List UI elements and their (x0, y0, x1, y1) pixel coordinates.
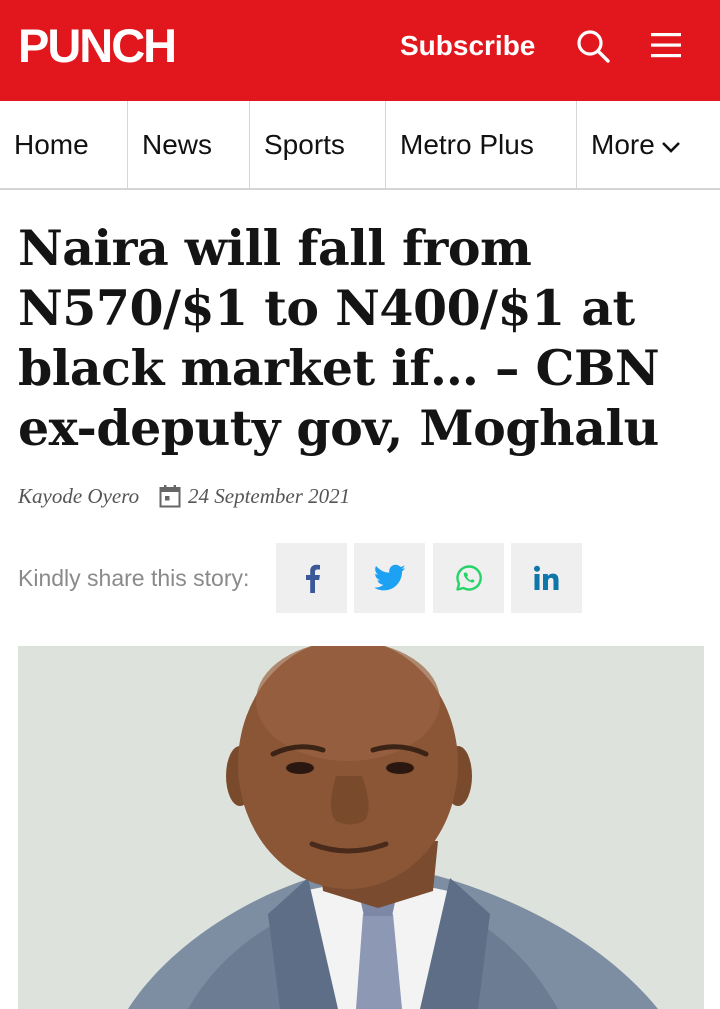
author-name[interactable]: Kayode Oyero (18, 480, 139, 512)
nav-item-more-label: More (591, 129, 655, 160)
share-facebook-button[interactable] (276, 543, 347, 613)
search-icon[interactable] (575, 28, 611, 64)
calendar-icon (159, 485, 181, 508)
article-lead-photo (18, 646, 704, 1009)
main-nav: Home News Sports Metro Plus More (0, 101, 720, 190)
publish-date: 24 September 2021 (188, 484, 351, 508)
share-label: Kindly share this story: (18, 565, 250, 591)
top-header: PUNCH Subscribe (0, 0, 720, 101)
portrait-illustration (18, 646, 704, 1009)
share-twitter-button[interactable] (354, 543, 425, 613)
linkedin-icon (533, 565, 558, 590)
nav-item-metro-plus[interactable]: Metro Plus (386, 101, 577, 188)
article-headline: Naira will fall from N570/$1 to N400/$1 … (18, 219, 660, 457)
whatsapp-icon (455, 565, 482, 591)
share-linkedin-button[interactable] (511, 543, 582, 613)
subscribe-button[interactable]: Subscribe (400, 26, 535, 66)
nav-item-more[interactable]: More (577, 101, 720, 188)
nav-item-sports[interactable]: Sports (250, 101, 386, 188)
share-whatsapp-button[interactable] (433, 543, 504, 613)
punch-logo[interactable]: PUNCH (18, 20, 177, 72)
nav-item-news[interactable]: News (128, 101, 250, 188)
hamburger-menu-icon[interactable] (649, 30, 683, 60)
facebook-icon (305, 564, 320, 593)
chevron-down-icon (661, 141, 680, 153)
twitter-icon (373, 564, 405, 591)
nav-item-home[interactable]: Home (0, 101, 128, 188)
